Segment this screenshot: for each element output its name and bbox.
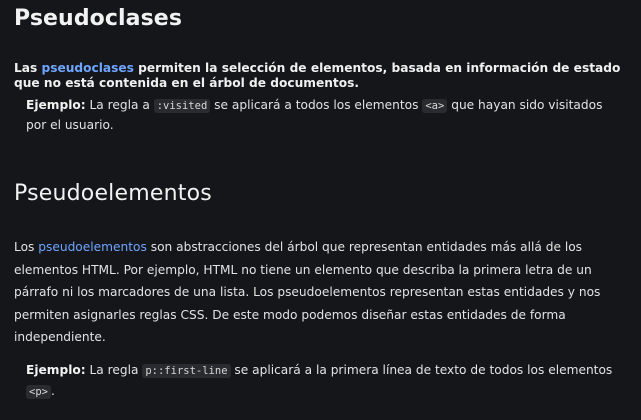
document-page: Pseudoclases Las pseudoclases permiten l… (0, 0, 641, 420)
example-text: se aplicará a todos los elementos (210, 98, 423, 112)
pseudoclases-heading: Pseudoclases (14, 6, 183, 31)
pseudoelementos-heading: Pseudoelementos (14, 181, 212, 206)
p-tag-code: <p> (26, 385, 51, 399)
example-text: . (50, 384, 55, 398)
first-line-code: p::first-line (142, 364, 231, 378)
pseudoelementos-paragraph: Los pseudoelementos son abstracciones de… (14, 236, 614, 349)
example-text: La regla a (85, 98, 154, 112)
anchor-tag-code: <a> (422, 99, 448, 113)
example-text: La regla (85, 363, 143, 377)
example-text: se aplicará a la primera línea de texto … (230, 363, 613, 377)
para-text-post: son abstracciones del árbol que represen… (14, 240, 601, 344)
pseudoclases-link[interactable]: pseudoclases (42, 61, 134, 75)
pseudoclases-intro: Las pseudoclases permiten la selección d… (14, 61, 624, 91)
example-label: Ejemplo: (26, 363, 86, 377)
intro-text-pre: Las (14, 61, 42, 75)
para-text-pre: Los (14, 240, 39, 254)
pseudoelementos-link[interactable]: pseudoelementos (38, 240, 147, 254)
visited-code: :visited (153, 99, 211, 113)
pseudoclases-example: Ejemplo: La regla a :visited se aplicará… (26, 96, 626, 135)
example-label: Ejemplo: (26, 98, 86, 112)
pseudoelementos-example: Ejemplo: La regla p::first-line se aplic… (26, 360, 626, 402)
